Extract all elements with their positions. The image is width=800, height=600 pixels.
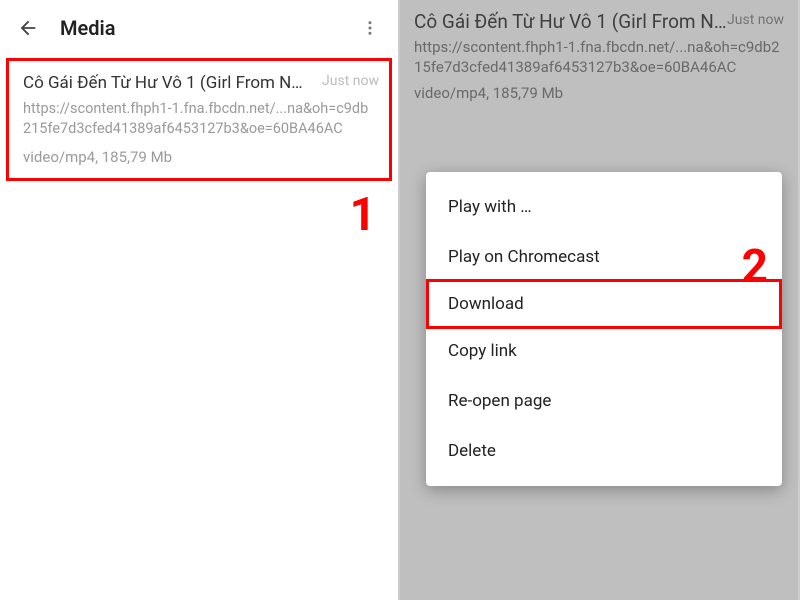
back-icon[interactable] xyxy=(8,8,48,48)
annotation-step-2: 2 xyxy=(742,240,768,294)
media-meta: video/mp4, 185,79 Mb xyxy=(23,148,375,166)
media-item[interactable]: Cô Gái Đến Từ Hư Vô 1 (Girl From N… Just… xyxy=(6,58,392,181)
context-menu: Play with … Play on Chromecast Download … xyxy=(426,172,782,486)
page-title: Media xyxy=(60,16,350,40)
media-list-screen: Media Cô Gái Đến Từ Hư Vô 1 (Girl From N… xyxy=(0,0,400,600)
media-title: Cô Gái Đến Từ Hư Vô 1 (Girl From N… xyxy=(23,73,303,93)
annotation-step-1: 1 xyxy=(350,188,376,242)
context-menu-screen: Cô Gái Đến Từ Hư Vô 1 (Girl From N… Just… xyxy=(400,0,800,600)
app-header: Media xyxy=(0,0,398,56)
menu-play-chromecast[interactable]: Play on Chromecast xyxy=(426,232,782,282)
more-icon[interactable] xyxy=(350,8,390,48)
menu-play-with[interactable]: Play with … xyxy=(426,182,782,232)
menu-delete[interactable]: Delete xyxy=(426,426,782,476)
menu-reopen-page[interactable]: Re-open page xyxy=(426,376,782,426)
media-url: https://scontent.fhph1-1.fna.fbcdn.net/.… xyxy=(23,99,375,138)
media-timestamp: Just now xyxy=(322,73,379,89)
menu-copy-link[interactable]: Copy link xyxy=(426,326,782,376)
menu-download[interactable]: Download xyxy=(426,279,782,329)
